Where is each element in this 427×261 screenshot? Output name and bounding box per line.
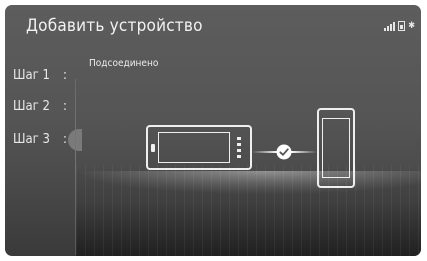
step-1: Шаг 1 : bbox=[13, 68, 67, 88]
step-3-label: Шаг 3 bbox=[13, 132, 50, 147]
device-screen: Добавить устройство ✱ Шаг 1 : Шаг 2 : Ша… bbox=[5, 5, 421, 256]
step-1-colon: : bbox=[63, 68, 67, 83]
bluetooth-icon: ✱ bbox=[408, 21, 415, 31]
check-icon bbox=[276, 144, 292, 160]
step-1-label: Шаг 1 bbox=[13, 68, 50, 83]
battery-icon bbox=[398, 21, 406, 31]
step-2-colon: : bbox=[63, 99, 67, 114]
step-2-label: Шаг 2 bbox=[13, 99, 50, 114]
status-bar: ✱ bbox=[384, 19, 415, 31]
connection-status: Подсоединено bbox=[89, 58, 159, 69]
page-title: Добавить устройство bbox=[26, 16, 203, 36]
header: Добавить устройство ✱ bbox=[5, 5, 421, 43]
floor-decoration bbox=[76, 165, 421, 256]
step-3-colon: : bbox=[63, 132, 67, 147]
step-3: Шаг 3 : bbox=[13, 129, 82, 152]
smartphone-icon bbox=[317, 108, 355, 188]
signal-icon bbox=[384, 22, 396, 31]
head-unit-icon bbox=[146, 125, 252, 170]
step-2: Шаг 2 : bbox=[13, 99, 67, 119]
